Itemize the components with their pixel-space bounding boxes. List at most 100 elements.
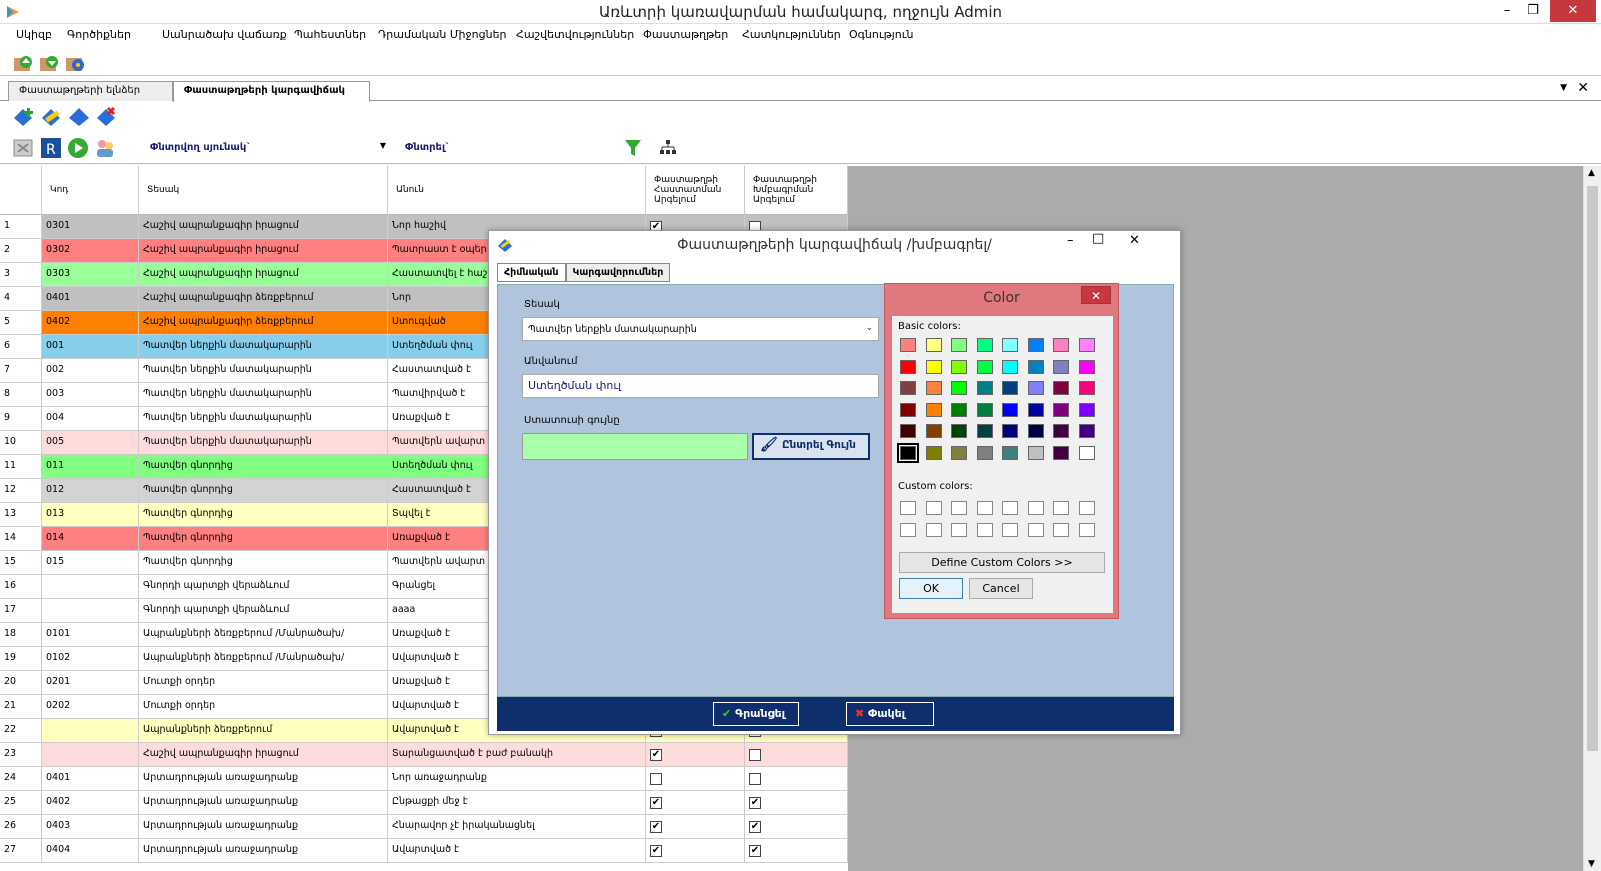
cell-type[interactable]: Պատվեր ներքին մատակարարին	[139, 407, 388, 431]
search-column-select[interactable]: ▼	[265, 138, 390, 158]
cell-type[interactable]: Հաշիվ ապրանքագիր ձեռքբերում	[139, 311, 388, 335]
close-button[interactable]: ✖ Փակել	[846, 702, 934, 726]
cell-type[interactable]: Արտադրության առաջադրանք	[139, 767, 388, 791]
cell-edit-block[interactable]: ✔	[745, 839, 848, 863]
column-header-type[interactable]: Տեսակ	[139, 166, 388, 215]
menu-start[interactable]: Սկիզբ	[16, 28, 52, 41]
menu-help[interactable]: Օգնություն	[849, 28, 913, 41]
cell-approve-block[interactable]: ✔	[646, 815, 745, 839]
cell-type[interactable]: Ապրանքների ձեռքբերում /Մանրածախ/	[139, 623, 388, 647]
basic-color-swatch[interactable]	[1027, 446, 1044, 460]
basic-color-swatch[interactable]	[1078, 424, 1095, 439]
row-number[interactable]: 24	[0, 767, 42, 791]
table-row[interactable]: 23 Հաշիվ ապրանքագիր իրացում Տարանցատված է …	[0, 743, 848, 767]
basic-color-swatch[interactable]	[900, 359, 916, 374]
cell-code[interactable]: 013	[42, 503, 139, 527]
row-number[interactable]: 3	[0, 263, 42, 287]
column-header-edit-block[interactable]: Փաստաթղթի Խմբագրման Արգելում	[745, 166, 848, 215]
approve-block-checkbox[interactable]: ✔	[650, 845, 662, 857]
scroll-up-icon[interactable]: ▲	[1588, 168, 1595, 178]
cell-type[interactable]: Հաշիվ ապրանքագիր իրացում	[139, 215, 388, 239]
edit-block-checkbox[interactable]: ✔	[749, 845, 761, 857]
basic-color-swatch[interactable]	[951, 381, 967, 396]
minimize-icon[interactable]: –	[1494, 0, 1520, 22]
custom-color-swatch[interactable]	[951, 522, 967, 537]
menu-money[interactable]: Դրամական Միջոցներ	[378, 28, 507, 41]
basic-color-swatch[interactable]	[1078, 338, 1095, 352]
row-number[interactable]: 26	[0, 815, 42, 839]
basic-color-swatch[interactable]	[1053, 338, 1069, 352]
row-number[interactable]: 17	[0, 599, 42, 623]
cell-code[interactable]: 015	[42, 551, 139, 575]
custom-color-swatch[interactable]	[900, 522, 916, 537]
row-number[interactable]: 15	[0, 551, 42, 575]
basic-color-swatch[interactable]	[1002, 359, 1018, 374]
basic-color-swatch[interactable]	[951, 424, 967, 439]
cell-code[interactable]: 0402	[42, 791, 139, 815]
search-input[interactable]	[455, 138, 615, 158]
menu-warehouses[interactable]: Պահեստներ	[294, 28, 366, 41]
row-number[interactable]: 14	[0, 527, 42, 551]
approve-block-checkbox[interactable]: ✔	[650, 821, 662, 833]
custom-color-swatch[interactable]	[1078, 501, 1095, 515]
cell-edit-block[interactable]: ✔	[745, 791, 848, 815]
row-number[interactable]: 23	[0, 743, 42, 767]
basic-color-swatch[interactable]	[1027, 424, 1044, 439]
basic-color-swatch[interactable]	[925, 359, 942, 374]
cell-type[interactable]: Պատվեր գնորդից	[139, 503, 388, 527]
cell-code[interactable]: 004	[42, 407, 139, 431]
hierarchy-icon[interactable]	[657, 137, 679, 159]
cell-name[interactable]: Հնարավոր չէ իրականացնել	[388, 815, 646, 839]
cell-code[interactable]	[42, 743, 139, 767]
custom-color-swatch[interactable]	[1027, 501, 1044, 515]
custom-color-swatch[interactable]	[925, 522, 942, 537]
cell-type[interactable]: Պատվեր գնորդից	[139, 479, 388, 503]
basic-color-swatch[interactable]	[1002, 402, 1018, 417]
play-icon[interactable]	[67, 137, 89, 159]
table-row[interactable]: 24 0401 Արտադրության առաջադրանք Նոր առաջադր…	[0, 767, 848, 791]
basic-color-swatch[interactable]	[900, 424, 916, 439]
add-icon[interactable]	[12, 106, 34, 128]
close-tab-icon[interactable]: ✕	[1577, 80, 1589, 96]
cell-code[interactable]: 0401	[42, 287, 139, 311]
cell-code[interactable]: 0202	[42, 695, 139, 719]
cell-type[interactable]: Արտադրության առաջադրանք	[139, 815, 388, 839]
basic-color-swatch[interactable]	[1002, 424, 1018, 439]
row-number[interactable]: 13	[0, 503, 42, 527]
basic-color-swatch[interactable]	[1027, 359, 1044, 374]
cell-type[interactable]: Ապրանքների ձեռքբերում /Մանրածախ/	[139, 647, 388, 671]
cell-code[interactable]: 0102	[42, 647, 139, 671]
basic-color-swatch[interactable]	[951, 446, 967, 460]
row-number[interactable]: 25	[0, 791, 42, 815]
custom-color-swatch[interactable]	[976, 501, 993, 515]
row-number[interactable]: 6	[0, 335, 42, 359]
basic-color-swatch[interactable]	[1002, 446, 1018, 460]
edit-block-checkbox[interactable]	[749, 773, 761, 785]
column-header-name[interactable]: Անուն	[388, 166, 646, 215]
basic-color-swatch[interactable]	[1027, 381, 1044, 396]
menu-retail[interactable]: Սանրածախ վաճառք	[162, 28, 287, 41]
cell-code[interactable]	[42, 599, 139, 623]
cell-type[interactable]: Արտադրության առաջադրանք	[139, 839, 388, 863]
basic-color-swatch[interactable]	[976, 338, 993, 352]
edit-icon[interactable]	[40, 106, 62, 128]
cell-edit-block[interactable]	[745, 743, 848, 767]
cell-name[interactable]: Ընթացքի մեջ է	[388, 791, 646, 815]
name-field[interactable]: Ստեղծման փուլ	[522, 374, 879, 398]
clear-icon[interactable]	[12, 137, 34, 159]
ok-button[interactable]: OK	[899, 578, 963, 599]
edit-block-checkbox[interactable]	[749, 749, 761, 761]
edit-block-checkbox[interactable]: ✔	[749, 821, 761, 833]
cell-approve-block[interactable]	[646, 767, 745, 791]
cell-approve-block[interactable]: ✔	[646, 743, 745, 767]
row-number[interactable]: 19	[0, 647, 42, 671]
tab-documents-exits[interactable]: Փաստաթղթերի ելնձեր	[8, 81, 173, 101]
table-row[interactable]: 26 0403 Արտադրության առաջադրանք Հնարավոր չէ…	[0, 815, 848, 839]
basic-color-swatch[interactable]	[1078, 359, 1095, 374]
cell-edit-block[interactable]: ✔	[745, 815, 848, 839]
cell-code[interactable]: 003	[42, 383, 139, 407]
basic-color-swatch[interactable]	[1053, 359, 1069, 374]
basic-color-swatch[interactable]	[925, 338, 942, 352]
basic-color-swatch[interactable]	[1053, 446, 1069, 460]
cell-code[interactable]: 002	[42, 359, 139, 383]
